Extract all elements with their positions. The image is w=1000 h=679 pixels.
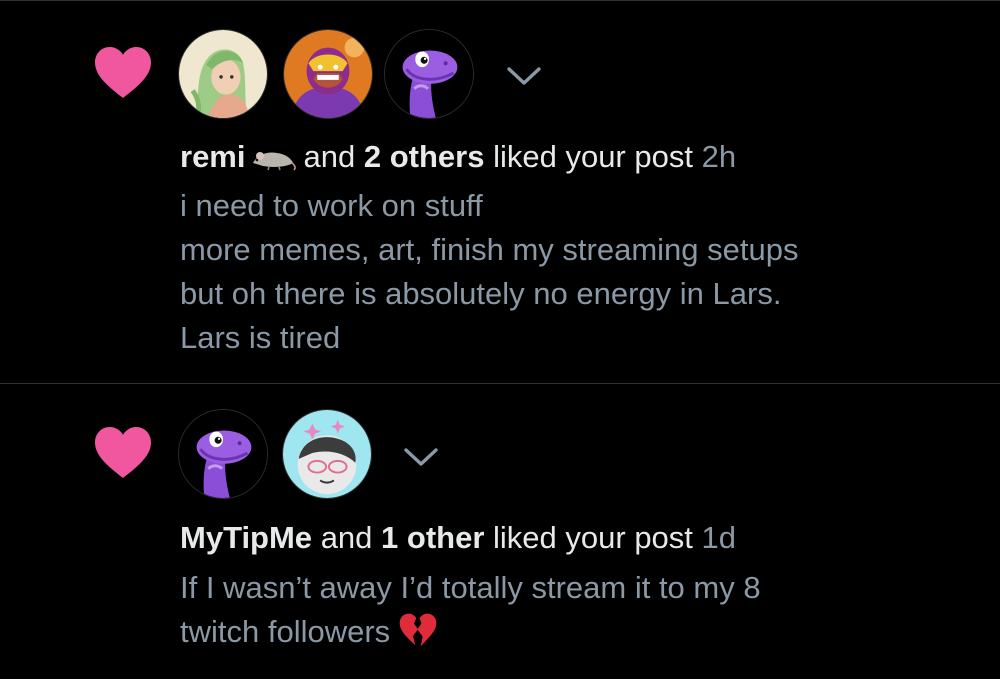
chevron-down-icon[interactable] — [504, 63, 544, 89]
post-line: If I wasn’t away I’d totally stream it t… — [180, 570, 761, 605]
notification-headline: MyTipMe and 1 other liked your post 1d — [180, 518, 736, 558]
and-text: and — [320, 520, 373, 555]
action-text: liked your post — [493, 139, 693, 174]
luchador-avatar[interactable] — [283, 29, 373, 119]
purple-dinosaur-avatar[interactable] — [384, 29, 474, 119]
post-preview: If I wasn’t away I’d totally stream it t… — [180, 566, 761, 654]
sketch-character-avatar[interactable] — [282, 409, 372, 499]
heart-icon — [95, 427, 151, 478]
others-count[interactable]: 2 others — [364, 139, 485, 174]
timestamp: 2h — [701, 139, 737, 174]
post-line-with-emoji: twitch followers — [180, 610, 761, 654]
timestamp: 1d — [701, 520, 737, 555]
and-text: and — [303, 139, 356, 174]
green-haired-girl-avatar[interactable] — [178, 29, 268, 119]
post-line: twitch followers — [180, 614, 391, 649]
notification-headline: remi and 2 others liked your post 2h — [180, 137, 736, 177]
others-count[interactable]: 1 other — [381, 520, 484, 555]
purple-dinosaur-avatar[interactable] — [178, 409, 268, 499]
post-preview: i need to work on stuff more memes, art,… — [180, 184, 798, 360]
post-line: Lars is tired — [180, 320, 341, 355]
notification-item[interactable]: remi and 2 others liked your post 2h i n… — [0, 0, 1000, 383]
rat-emoji — [253, 152, 297, 171]
broken-heart-emoji — [399, 613, 437, 647]
notification-item[interactable]: MyTipMe and 1 other liked your post 1d I… — [0, 384, 1000, 679]
post-line: i need to work on stuff — [180, 188, 483, 223]
actor-name[interactable]: remi — [180, 139, 245, 174]
actor-name[interactable]: MyTipMe — [180, 520, 312, 555]
chevron-down-icon[interactable] — [401, 444, 441, 470]
heart-icon — [95, 47, 151, 98]
post-line: more memes, art, finish my streaming set… — [180, 232, 799, 267]
action-text: liked your post — [493, 520, 693, 555]
post-line: but oh there is absolutely no energy in … — [180, 276, 782, 311]
